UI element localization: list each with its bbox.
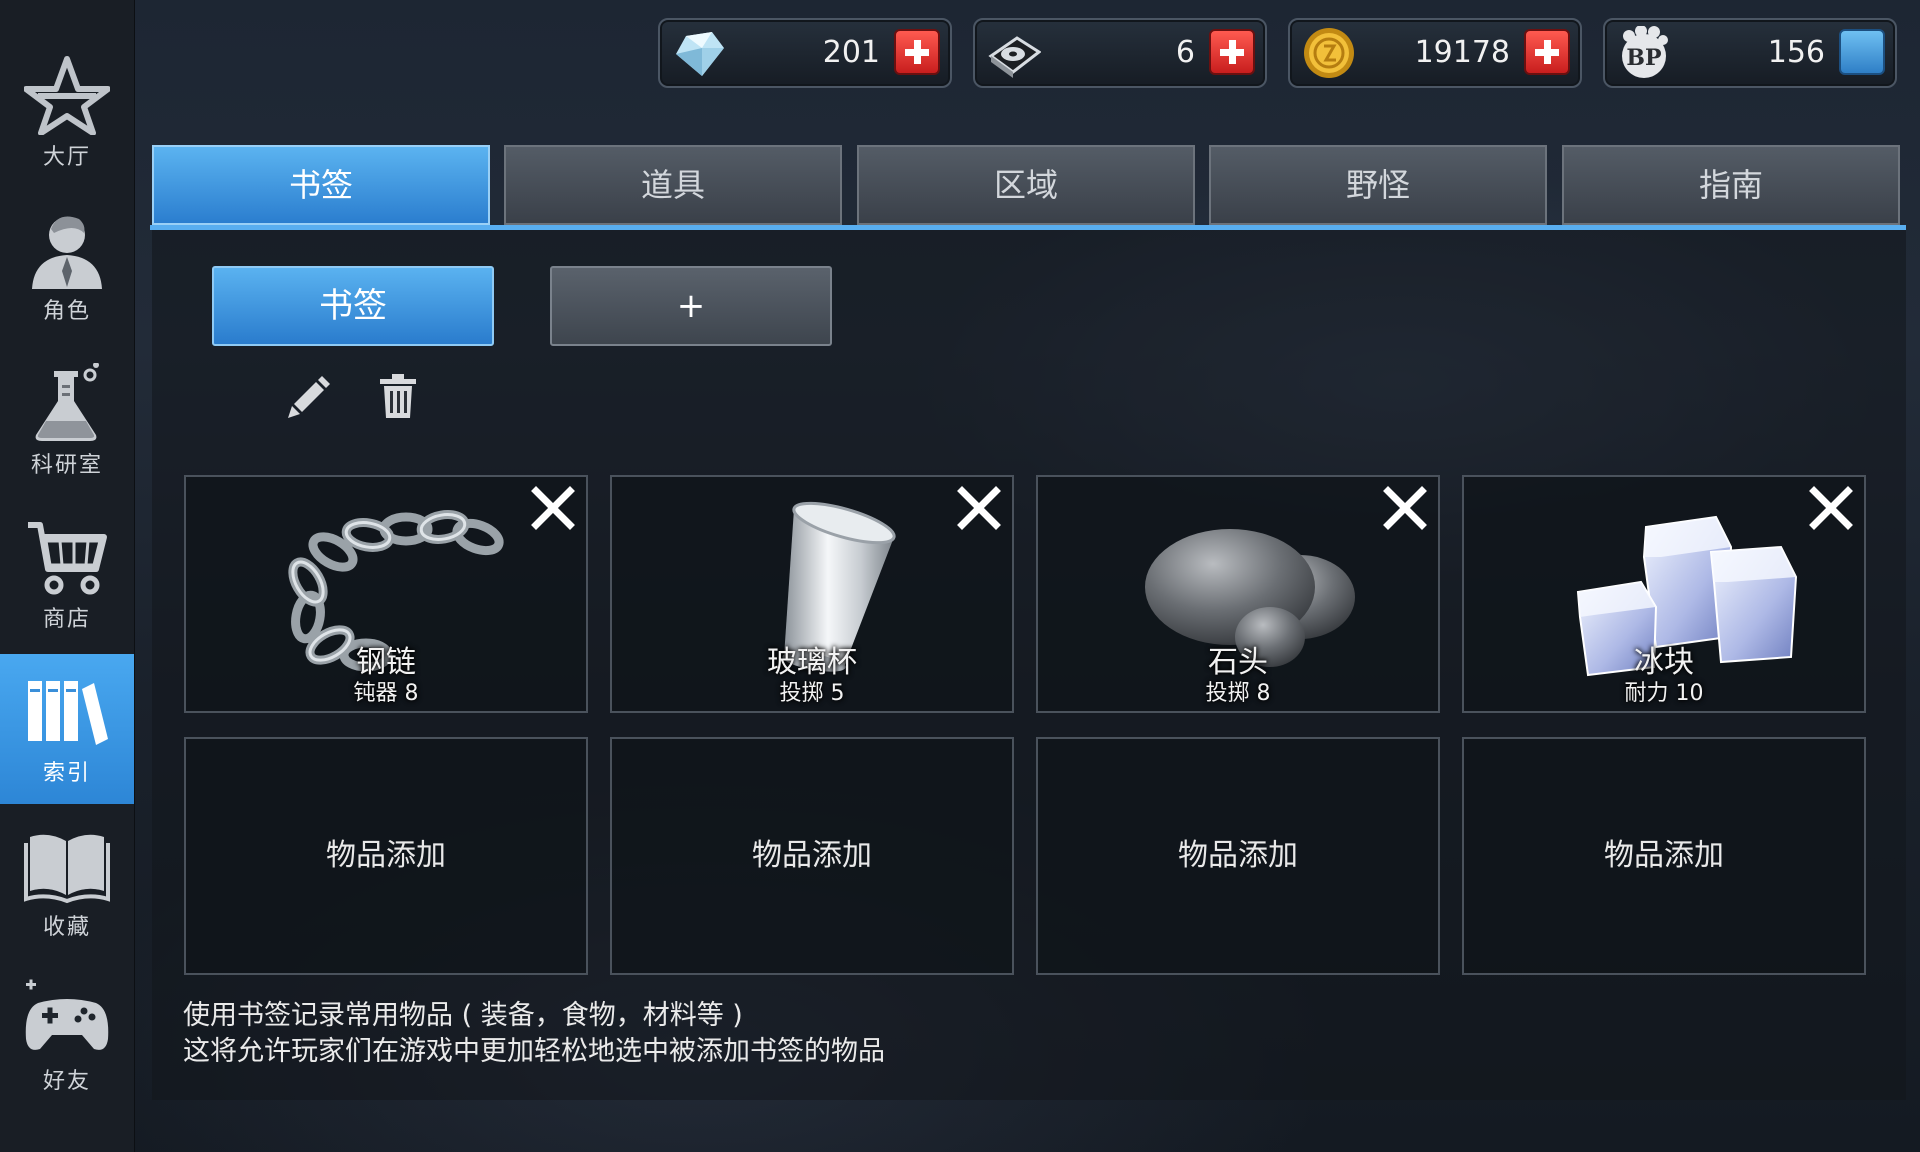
diamond-icon xyxy=(676,32,724,76)
sidebar-item-label: 索引 xyxy=(42,761,91,786)
tab-items[interactable]: 道具 xyxy=(504,145,842,225)
shop-cart-icon xyxy=(28,522,107,595)
sidebar-item-friends[interactable]: 好友 xyxy=(0,962,134,1112)
bookmark-item-slot[interactable]: 玻璃杯 投掷 5 xyxy=(610,475,1014,713)
currency-gold: 19178 xyxy=(1288,18,1582,88)
sidebar-item-lobby[interactable]: 大厅 xyxy=(0,38,134,188)
item-stat: 投掷 5 xyxy=(779,681,845,706)
currency-value: 156 xyxy=(1767,35,1825,70)
add-item-label: 物品添加 xyxy=(1178,838,1298,873)
friends-gamepad-icon xyxy=(25,979,109,1050)
lab-flask-icon xyxy=(35,363,99,441)
index-books-icon xyxy=(28,681,108,745)
sidebar-item-label: 收藏 xyxy=(42,915,91,940)
currency-disc: 6 xyxy=(973,18,1267,88)
remove-bookmark-icon[interactable] xyxy=(1806,483,1856,533)
collection-book-icon xyxy=(24,834,110,904)
add-bookmark-group-button[interactable]: + xyxy=(550,266,832,346)
lobby-star-icon xyxy=(24,56,110,135)
remove-bookmark-icon[interactable] xyxy=(1380,483,1430,533)
remove-bookmark-icon[interactable] xyxy=(528,483,578,533)
delete-trash-icon[interactable] xyxy=(374,372,422,420)
gold-coin-icon xyxy=(1304,28,1354,78)
hint-line-2: 这将允许玩家们在游戏中更加轻松地选中被添加书签的物品 xyxy=(183,1036,885,1067)
add-item-label: 物品添加 xyxy=(752,838,872,873)
sidebar-item-character[interactable]: 角色 xyxy=(0,192,134,342)
buy-diamond-button[interactable] xyxy=(894,29,940,75)
bookmark-item-slot[interactable]: 冰块 耐力 10 xyxy=(1462,475,1866,713)
sidebar-item-shop[interactable]: 商店 xyxy=(0,500,134,650)
category-tabs: 书签 道具 区域 野怪 指南 xyxy=(152,145,1906,229)
currency-diamond: 201 xyxy=(658,18,952,88)
add-item-slot[interactable]: 物品添加 xyxy=(184,737,588,975)
tab-area[interactable]: 区域 xyxy=(857,145,1195,225)
svg-text:BP: BP xyxy=(1626,45,1661,71)
sidebar-item-label: 角色 xyxy=(42,299,91,324)
add-item-label: 物品添加 xyxy=(326,838,446,873)
sidebar-item-index[interactable]: 索引 xyxy=(0,654,134,804)
sidebar-item-label: 大厅 xyxy=(42,145,91,170)
buy-gold-button[interactable] xyxy=(1524,29,1570,75)
item-stat: 耐力 10 xyxy=(1624,681,1704,706)
currency-value: 6 xyxy=(1175,35,1195,70)
hint-line-1: 使用书签记录常用物品 ( 装备，食物，材料等 ) xyxy=(183,1000,743,1031)
add-item-slot[interactable]: 物品添加 xyxy=(1462,737,1866,975)
bp-card-button[interactable] xyxy=(1839,29,1885,75)
sidebar-item-label: 好友 xyxy=(42,1069,91,1094)
currency-value: 201 xyxy=(822,35,880,70)
tab-monsters[interactable]: 野怪 xyxy=(1209,145,1547,225)
sidebar-item-label: 商店 xyxy=(42,607,91,632)
edit-pencil-icon[interactable] xyxy=(284,372,332,420)
sidebar-item-lab[interactable]: 科研室 xyxy=(0,346,134,496)
sidebar-item-label: 科研室 xyxy=(30,453,103,478)
sidebar: 大厅 角色 科研室 商店 索引 收藏 好友 xyxy=(0,0,135,1152)
add-item-slot[interactable]: 物品添加 xyxy=(1036,737,1440,975)
character-icon xyxy=(32,216,102,289)
currency-bp: BP 156 xyxy=(1603,18,1897,88)
add-item-slot[interactable]: 物品添加 xyxy=(610,737,1014,975)
remove-bookmark-icon[interactable] xyxy=(954,483,1004,533)
disc-icon xyxy=(988,36,1041,78)
tab-bookmark[interactable]: 书签 xyxy=(152,145,490,225)
sidebar-item-collection[interactable]: 收藏 xyxy=(0,808,134,958)
tab-guide[interactable]: 指南 xyxy=(1562,145,1900,225)
bp-badge-icon: BP xyxy=(1622,26,1668,78)
bookmark-item-slot[interactable]: 钢链 钝器 8 xyxy=(184,475,588,713)
bookmark-hint: 使用书签记录常用物品 ( 装备，食物，材料等 ) 这将允许玩家们在游戏中更加轻松… xyxy=(183,998,885,1070)
buy-disc-button[interactable] xyxy=(1209,29,1255,75)
currency-value: 19178 xyxy=(1414,35,1510,70)
item-stat: 钝器 8 xyxy=(353,681,419,706)
item-stat: 投掷 8 xyxy=(1205,681,1271,706)
bookmark-group-button[interactable]: 书签 xyxy=(212,266,494,346)
add-item-label: 物品添加 xyxy=(1604,838,1724,873)
bookmark-item-slot[interactable]: 石头 投掷 8 xyxy=(1036,475,1440,713)
